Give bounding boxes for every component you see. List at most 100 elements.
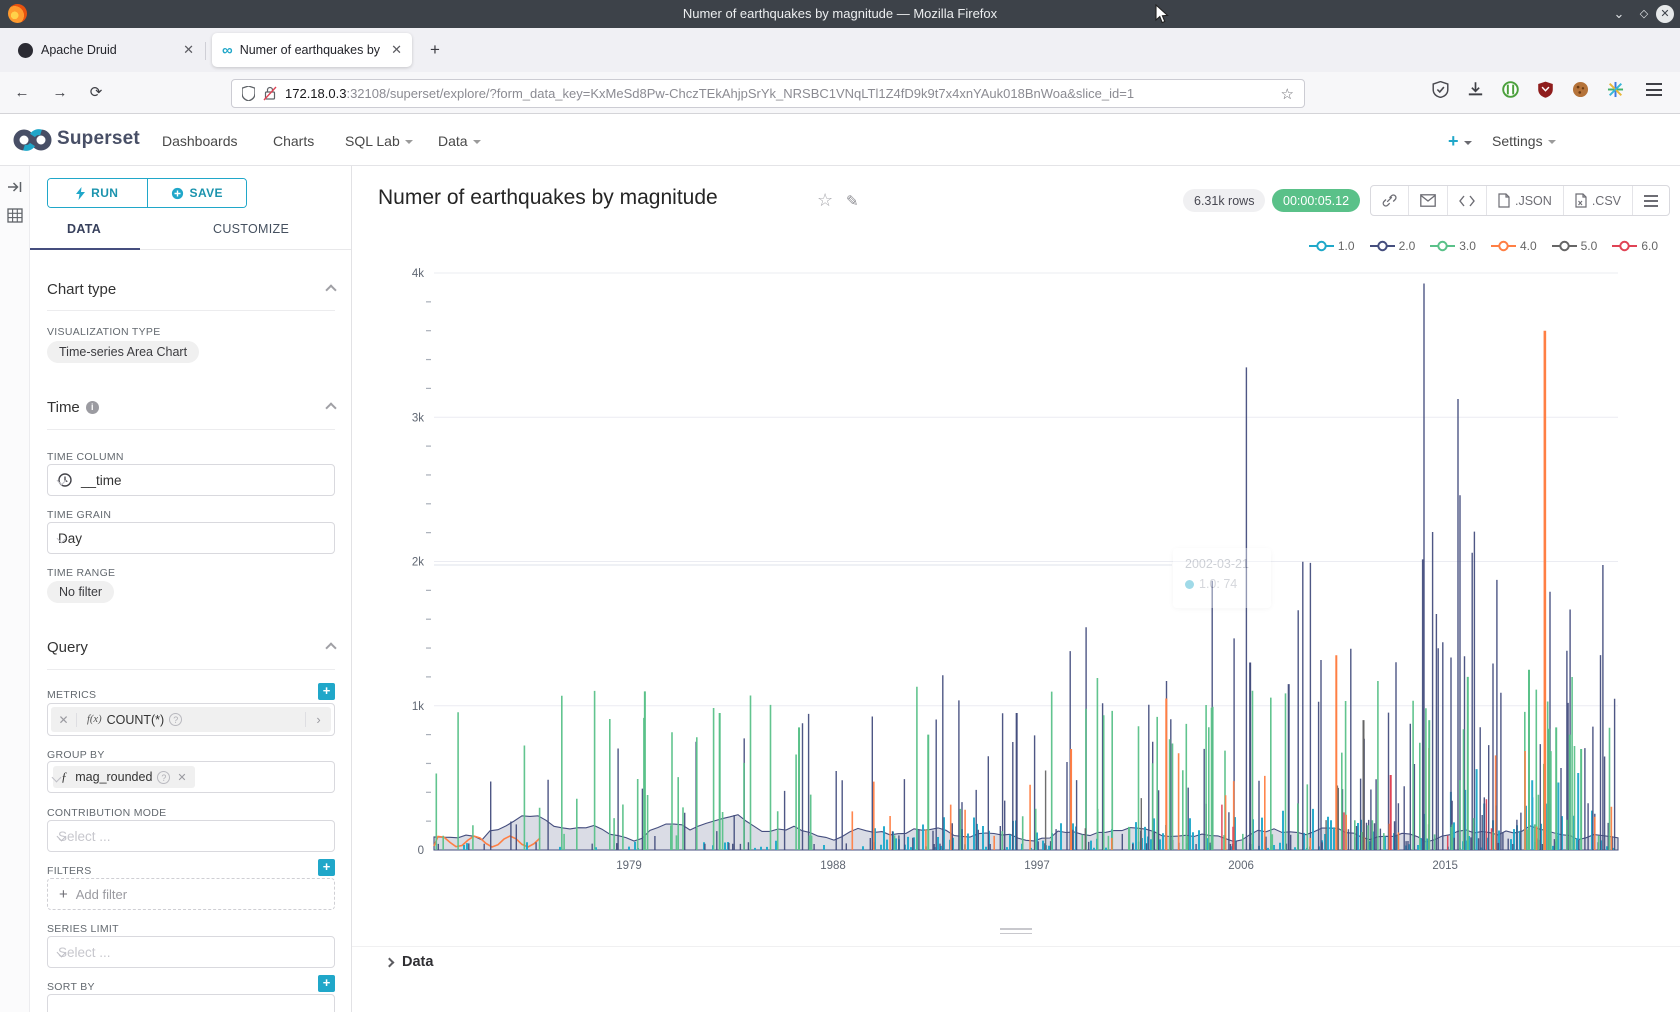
window-close-icon[interactable]: ✕ (1656, 5, 1674, 23)
export-csv-button[interactable]: .CSV (1564, 186, 1633, 215)
privacy-badger-icon[interactable] (1502, 81, 1519, 105)
time-grain-select[interactable]: Day (47, 522, 335, 554)
add-filter-plus-button[interactable]: + (318, 859, 335, 876)
ublock-shield-icon[interactable] (1537, 81, 1554, 105)
menu-hamburger-icon[interactable] (1646, 83, 1662, 107)
window-minimize-icon[interactable]: ⌄ (1610, 5, 1628, 23)
section-time[interactable]: Timei (47, 399, 99, 416)
nav-settings[interactable]: Settings (1492, 133, 1556, 149)
data-section-toggle[interactable]: Data (386, 954, 433, 970)
containers-icon[interactable] (1607, 81, 1624, 105)
add-sort-button[interactable]: + (318, 975, 335, 992)
groupby-label: GROUP BY (47, 749, 105, 761)
x-tick-label: 1979 (616, 860, 642, 872)
groupby-pill[interactable]: ƒ mag_rounded ? ✕ (53, 766, 195, 788)
edit-pencil-icon[interactable]: ✎ (846, 192, 859, 210)
chart-canvas[interactable]: 01k2k3k4k19791988199720062015 (352, 250, 1660, 895)
window-maximize-icon[interactable]: ◇ (1635, 5, 1653, 23)
reload-icon[interactable]: ⟳ (84, 82, 108, 106)
more-options-button[interactable] (1633, 186, 1669, 215)
section-query[interactable]: Query (47, 639, 88, 656)
embed-code-button[interactable] (1448, 186, 1487, 215)
time-range-label: TIME RANGE (47, 567, 115, 579)
tab-data[interactable]: DATA (67, 222, 101, 236)
tab-label: Apache Druid (41, 43, 175, 57)
groupby-select[interactable]: ƒ mag_rounded ? ✕ (47, 761, 335, 793)
add-metric-button[interactable]: + (318, 683, 335, 700)
favorite-star-icon[interactable]: ☆ (817, 190, 833, 211)
url-text: 172.18.0.3:32108/superset/explore/?form_… (285, 86, 1273, 101)
save-button[interactable]: SAVE (148, 179, 247, 207)
section-chart-type[interactable]: Chart type (47, 281, 116, 298)
x-tick-label: 2006 (1228, 860, 1254, 872)
time-range-pill[interactable]: No filter (47, 581, 114, 603)
nav-dashboards[interactable]: Dashboards (162, 133, 238, 149)
back-icon[interactable]: ← (10, 82, 34, 106)
collapsed-datasource-strip (0, 166, 30, 1012)
bookmark-star-icon[interactable]: ☆ (1281, 85, 1294, 103)
nav-sql-lab[interactable]: SQL Lab (345, 133, 413, 149)
tab-separator (205, 42, 206, 60)
superset-brand[interactable]: Superset (57, 128, 140, 150)
viz-type-pill[interactable]: Time-series Area Chart (47, 341, 199, 363)
expand-panel-icon[interactable] (7, 180, 23, 194)
tab-close-icon[interactable]: ✕ (183, 42, 194, 58)
new-tab-button[interactable]: + (424, 40, 446, 60)
series-limit-select[interactable]: Select ... (47, 936, 335, 968)
copy-link-button[interactable] (1371, 186, 1409, 215)
window-title: Numer of earthquakes by magnitude — Mozi… (0, 6, 1680, 21)
dataset-grid-icon[interactable] (7, 208, 23, 223)
remove-icon[interactable]: ✕ (177, 771, 186, 784)
filters-label: FILTERS (47, 865, 92, 877)
tab-close-icon[interactable]: ✕ (391, 42, 402, 58)
chevron-up-icon[interactable] (325, 284, 336, 295)
remove-metric-icon[interactable]: ✕ (51, 713, 77, 727)
panel-scroll-area[interactable]: Chart type VISUALIZATION TYPE Time-serie… (30, 251, 352, 1012)
superset-logo-icon[interactable] (12, 127, 54, 153)
insecure-lock-icon[interactable] (263, 86, 277, 101)
url-bar[interactable]: 172.18.0.3:32108/superset/explore/?form_… (231, 79, 1305, 108)
run-button[interactable]: RUN (48, 179, 148, 207)
series-dot-icon (1185, 580, 1194, 589)
explore-control-panel: RUN SAVE DATA CUSTOMIZE Chart type VISUA… (30, 166, 352, 1012)
tab-customize[interactable]: CUSTOMIZE (213, 222, 289, 236)
envelope-icon (1420, 194, 1436, 207)
chart-tooltip: 2002-03-21 1.0: 74 (1173, 548, 1271, 608)
tracking-shield-icon[interactable] (242, 86, 255, 101)
nav-data[interactable]: Data (438, 133, 481, 149)
series-limit-label: SERIES LIMIT (47, 923, 119, 935)
cookie-icon[interactable] (1572, 81, 1589, 105)
time-column-select[interactable]: __time (47, 464, 335, 496)
chevron-right-icon[interactable]: › (305, 712, 331, 727)
browser-tab-druid[interactable]: Apache Druid ✕ (8, 33, 204, 67)
nav-charts[interactable]: Charts (273, 133, 314, 149)
resize-grip[interactable] (1000, 928, 1032, 937)
help-icon[interactable]: ? (169, 713, 182, 726)
superset-navbar: Superset Dashboards Charts SQL Lab Data … (0, 114, 1680, 166)
hamburger-icon (1644, 195, 1658, 207)
tooltip-value: 1.0: 74 (1199, 577, 1237, 591)
chevron-up-icon[interactable] (325, 402, 336, 413)
link-icon (1382, 193, 1397, 208)
forward-icon[interactable]: → (48, 82, 72, 106)
divider (47, 310, 335, 311)
time-column-label: TIME COLUMN (47, 451, 124, 463)
export-json-button[interactable]: .JSON (1487, 186, 1564, 215)
run-save-group: RUN SAVE (47, 178, 247, 208)
lightning-icon (76, 187, 85, 200)
downloads-icon[interactable] (1467, 81, 1484, 105)
sort-by-select[interactable] (47, 994, 335, 1012)
pocket-shield-icon[interactable] (1432, 81, 1449, 105)
y-tick-label: 0 (418, 845, 424, 857)
nav-add-button[interactable]: + (1448, 131, 1472, 152)
add-filter-box[interactable]: + Add filter (47, 878, 335, 910)
row-count-badge: 6.31k rows (1183, 189, 1265, 212)
contribution-select[interactable]: Select ... (47, 820, 335, 852)
x-tick-label: 1988 (820, 860, 846, 872)
help-icon[interactable]: ? (157, 771, 170, 784)
browser-tab-superset[interactable]: ∞ Numer of earthquakes by ✕ (212, 33, 412, 67)
metric-control[interactable]: ✕ f(x) COUNT(*) ? › (47, 703, 335, 736)
chevron-up-icon[interactable] (325, 642, 336, 653)
y-tick-label: 2k (412, 557, 424, 569)
email-button[interactable] (1409, 186, 1448, 215)
